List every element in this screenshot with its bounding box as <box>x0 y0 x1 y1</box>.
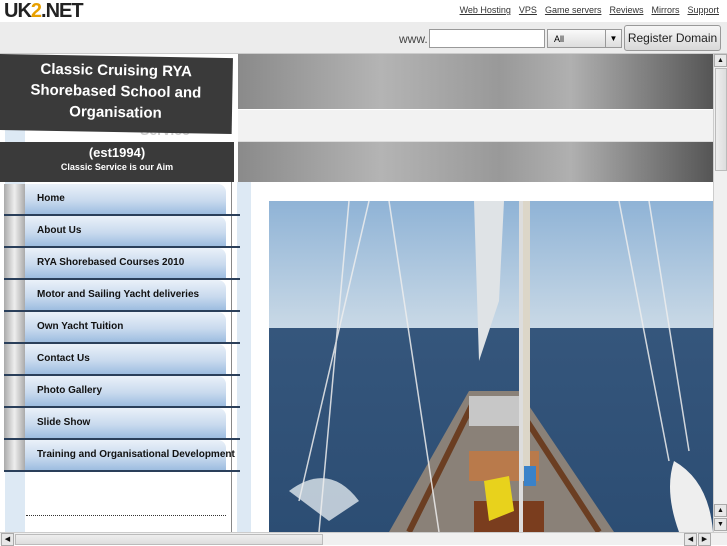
nav-contact-us[interactable]: Contact Us <box>4 344 240 376</box>
sidebar-nav: Home About Us RYA Shorebased Courses 201… <box>4 184 240 472</box>
domain-input[interactable] <box>429 29 545 48</box>
vertical-scrollbar[interactable]: ▲ ▲ ▼ <box>713 54 727 532</box>
domain-search-bar: www. All ▼ Register Domain <box>0 22 727 54</box>
nav-label: Home <box>37 193 65 204</box>
header-banner-texture <box>238 54 713 109</box>
nav-label: Motor and Sailing Yacht deliveries <box>37 289 200 300</box>
link-reviews[interactable]: Reviews <box>609 5 643 15</box>
yacht-photo <box>269 201 713 532</box>
top-links: Web Hosting VPS Game servers Reviews Mir… <box>460 5 719 15</box>
nav-label: Photo Gallery <box>37 385 103 396</box>
tagline-banner-texture <box>238 142 713 182</box>
horizontal-scroll-thumb[interactable] <box>15 534 323 545</box>
link-mirrors[interactable]: Mirrors <box>651 5 679 15</box>
nav-label: Slide Show <box>37 417 91 428</box>
tld-selected: All <box>554 34 565 44</box>
site-title: Classic Cruising RYA Shorebased School a… <box>0 54 233 135</box>
nav-own-yacht-tuition[interactable]: Own Yacht Tuition <box>4 312 240 344</box>
chevron-down-icon: ▼ <box>605 30 621 47</box>
link-game-servers[interactable]: Game servers <box>545 5 602 15</box>
header-banner-gap <box>238 110 713 142</box>
nav-yacht-deliveries[interactable]: Motor and Sailing Yacht deliveries <box>4 280 240 312</box>
nav-about-us[interactable]: About Us <box>4 216 240 248</box>
tld-select[interactable]: All ▼ <box>547 29 622 48</box>
scroll-left-icon[interactable]: ◀ <box>684 533 697 546</box>
nav-home[interactable]: Home <box>4 184 240 216</box>
vertical-scroll-thumb[interactable] <box>715 68 727 171</box>
nav-label: Own Yacht Tuition <box>37 321 124 332</box>
top-bar: UK2.NET Web Hosting VPS Game servers Rev… <box>0 0 727 22</box>
nav-photo-gallery[interactable]: Photo Gallery <box>4 376 240 408</box>
nav-label: RYA Shorebased Courses 2010 <box>37 257 185 268</box>
nav-rya-courses[interactable]: RYA Shorebased Courses 2010 <box>4 248 240 280</box>
tagline: Classic Service is our Aim <box>60 162 174 172</box>
uk2-logo[interactable]: UK2.NET <box>4 0 84 23</box>
horizontal-scrollbar[interactable]: ◀ ◀ ▶ <box>0 532 727 546</box>
link-vps[interactable]: VPS <box>519 5 537 15</box>
scroll-right-icon[interactable]: ▶ <box>698 533 711 546</box>
link-support[interactable]: Support <box>687 5 719 15</box>
scroll-up-icon[interactable]: ▲ <box>714 504 727 517</box>
nav-label: Training and Organisational Development <box>37 449 235 460</box>
scroll-up-icon[interactable]: ▲ <box>714 54 727 67</box>
register-domain-button[interactable]: Register Domain <box>624 25 721 51</box>
nav-slide-show[interactable]: Slide Show <box>4 408 240 440</box>
www-label: www. <box>399 32 428 46</box>
link-web-hosting[interactable]: Web Hosting <box>460 5 511 15</box>
nav-label: Contact Us <box>37 353 90 364</box>
established-year: (est1994) <box>88 145 146 160</box>
nav-label: About Us <box>37 225 82 236</box>
page-content: Service Classic Cruising RYA Shorebased … <box>0 54 713 532</box>
dotted-divider <box>26 515 226 516</box>
nav-training[interactable]: Training and Organisational Development <box>4 440 240 472</box>
scroll-left-icon[interactable]: ◀ <box>1 533 14 546</box>
tagline-box: (est1994) Classic Service is our Aim <box>0 142 234 182</box>
scroll-down-icon[interactable]: ▼ <box>714 518 727 531</box>
